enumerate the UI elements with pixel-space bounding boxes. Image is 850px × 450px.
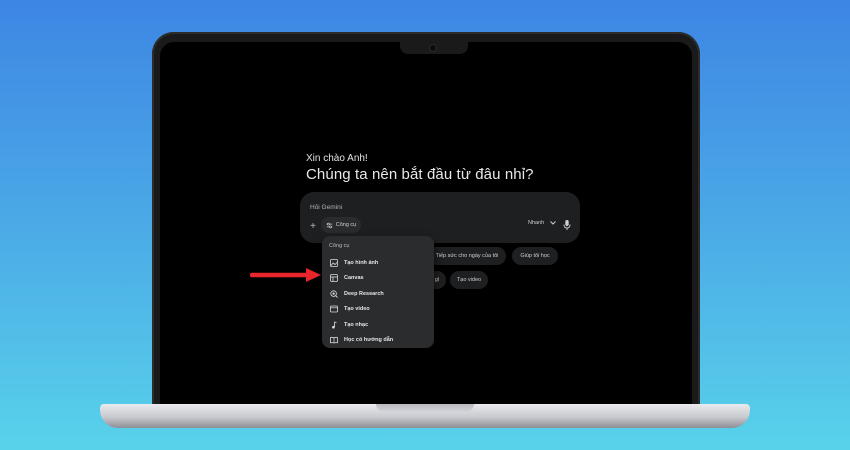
laptop-screen: Xin chào Anh! Chúng ta nên bắt đầu từ đâ…	[160, 42, 692, 412]
suggestion-chip-label: gì	[434, 277, 440, 283]
menu-item-create-image[interactable]: Tạo hình ảnh	[322, 255, 434, 270]
menu-item-canvas[interactable]: Canvas	[322, 270, 434, 285]
laptop-lid: Xin chào Anh! Chúng ta nên bắt đầu từ đâ…	[152, 32, 700, 412]
menu-item-create-music[interactable]: Tạo nhạc	[322, 317, 434, 332]
suggestion-chip[interactable]: Giúp tôi học	[512, 247, 558, 265]
menu-item-label: Canvas	[344, 274, 364, 281]
microphone-icon[interactable]	[562, 219, 572, 231]
suggestion-chip-label: Tạo video	[456, 277, 482, 283]
menu-item-deep-research[interactable]: Deep Research	[322, 286, 434, 301]
suggestion-chip-label: Giúp tôi học	[520, 253, 550, 259]
menu-item-create-video[interactable]: Tạo video	[322, 301, 434, 316]
menu-item-label: Tạo hình ảnh	[344, 259, 379, 266]
book-icon	[329, 335, 338, 344]
tools-menu-title: Công cụ	[329, 243, 350, 249]
tools-menu: Công cụ Tạo hình ảnh Canvas Deep Researc…	[322, 236, 434, 348]
add-button[interactable]: +	[306, 220, 320, 234]
suggestion-chip[interactable]: Tiếp sức cho ngày của tôi	[428, 247, 506, 265]
tools-button[interactable]: Công cụ	[321, 217, 361, 233]
laptop-base-groove	[376, 404, 474, 412]
greeting-question: Chúng ta nên bắt đầu từ đâu nhỉ?	[306, 166, 534, 183]
menu-item-guided-learning[interactable]: Học có hướng dẫn	[322, 332, 434, 347]
prompt-input[interactable]	[310, 200, 490, 214]
model-select-label: Nhanh	[528, 220, 545, 226]
music-note-icon	[329, 320, 338, 329]
red-arrow-annotation	[250, 268, 321, 282]
laptop-base	[100, 404, 750, 428]
model-select[interactable]: Nhanh	[528, 220, 557, 226]
camera-icon	[430, 45, 436, 51]
chevron-down-icon	[550, 221, 557, 225]
suggestion-chip-label: Tiếp sức cho ngày của tôi	[435, 253, 499, 259]
deep-research-icon	[329, 289, 338, 298]
camera-notch	[400, 42, 468, 54]
menu-item-label: Tạo nhạc	[344, 321, 369, 328]
image-icon	[329, 258, 338, 267]
video-icon	[329, 304, 338, 313]
greeting-hello: Xin chào Anh!	[306, 153, 368, 164]
menu-item-label: Học có hướng dẫn	[344, 336, 394, 343]
suggestion-chip[interactable]: Tạo video	[450, 271, 488, 289]
plus-icon: +	[310, 221, 316, 232]
menu-item-label: Deep Research	[344, 290, 384, 297]
canvas-icon	[329, 273, 338, 282]
menu-item-label: Tạo video	[344, 305, 370, 312]
tools-button-label: Công cụ	[335, 222, 357, 228]
tools-icon	[326, 222, 333, 228]
